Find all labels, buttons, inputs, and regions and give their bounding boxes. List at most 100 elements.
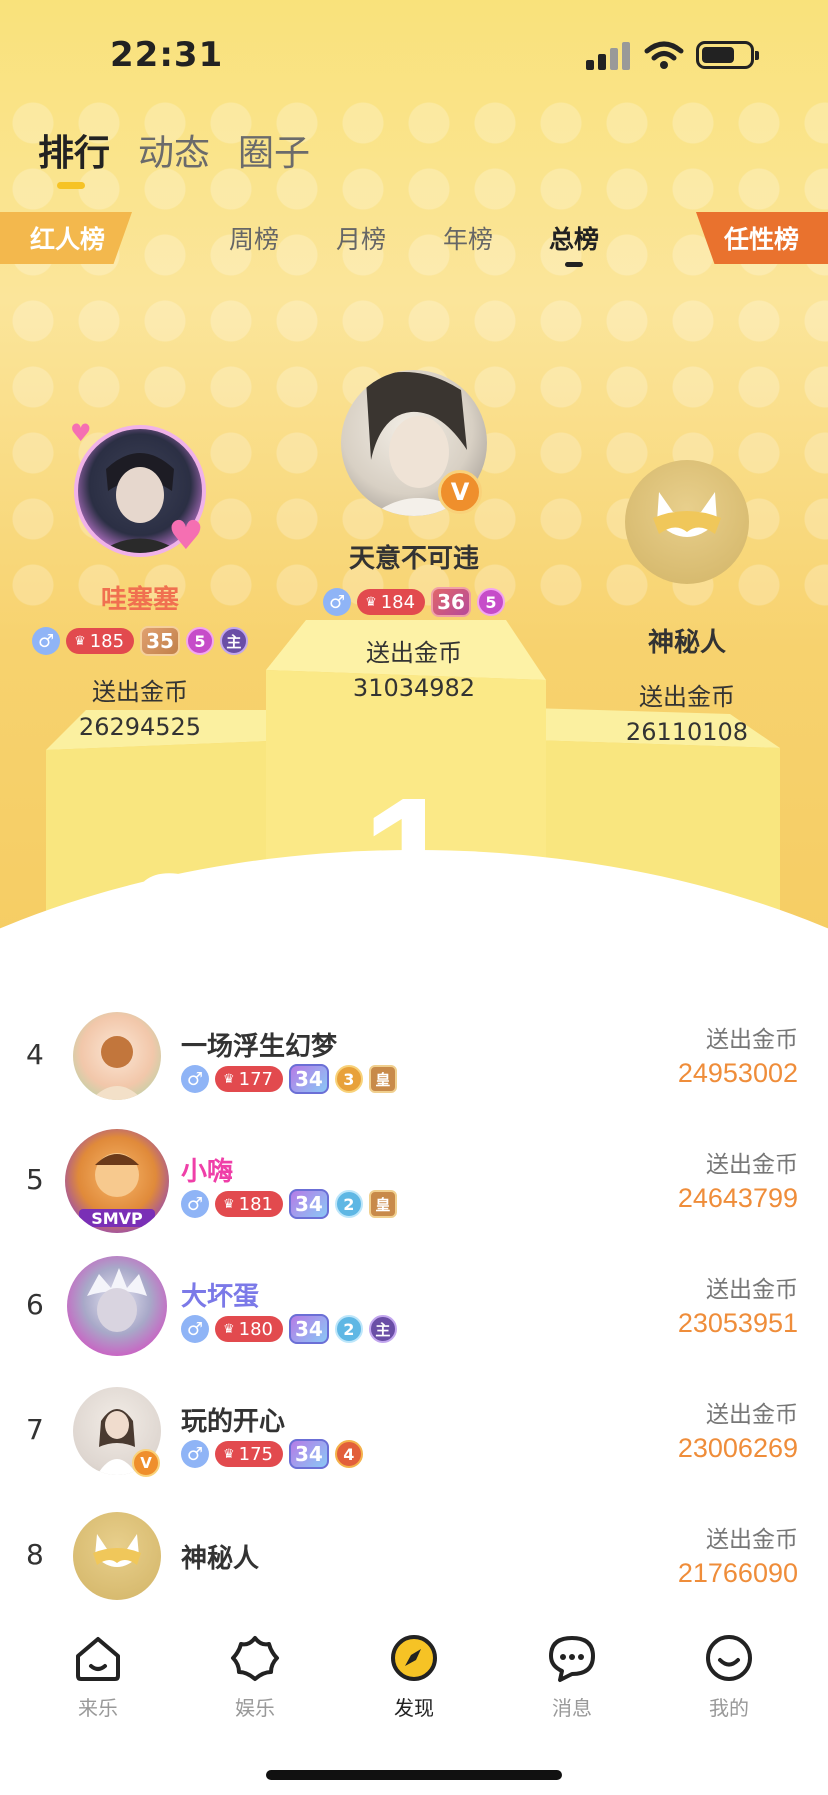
winner-third[interactable]: 神秘人 送出金币 26110108 [565, 460, 809, 746]
emblem-badge: 皇 [368, 1065, 397, 1093]
avatar[interactable] [67, 1256, 167, 1356]
male-icon: ♂ [181, 1190, 209, 1218]
male-icon: ♂ [32, 627, 61, 655]
heart-icon: ♥ [70, 419, 92, 447]
badge-row: ♂ ♛ 184 36 5 [292, 587, 536, 617]
gift-label: 送出金币 [706, 1152, 798, 1178]
tab-circles[interactable]: 圈子 [238, 124, 310, 176]
top-tabs: 排行 动态 圈子 [38, 124, 310, 176]
nav-profile[interactable]: 我的 [674, 1632, 784, 1721]
mask-icon [93, 1534, 141, 1567]
star-level-badge: 2 [334, 1190, 363, 1218]
star-level-badge: 5 [476, 588, 505, 616]
chat-icon [549, 1636, 595, 1682]
gift-value: 26294525 [78, 713, 202, 741]
avatar-portrait-icon [91, 1036, 143, 1100]
star-level-badge: 4 [334, 1440, 363, 1468]
user-name: 小嗨 [181, 1157, 234, 1187]
star-level-badge: 3 [334, 1065, 363, 1093]
crown-icon: ♛ [223, 1196, 235, 1212]
avatar[interactable]: SMVP [65, 1129, 169, 1233]
seal-badge: 主 [368, 1315, 397, 1343]
mask-icon [653, 492, 721, 537]
gift-label: 送出金币 [706, 1277, 798, 1303]
tab-monthly[interactable]: 月榜 [336, 220, 386, 256]
gift-label: 送出金币 [706, 1402, 798, 1428]
rank-number: 7 [26, 1413, 44, 1446]
wifi-icon [644, 41, 684, 69]
verified-badge-icon: V [132, 1449, 160, 1477]
badge-row: ♂ ♛ 175 34 4 [181, 1439, 363, 1469]
rank-number: 5 [26, 1163, 44, 1196]
winner-name: 天意不可违 [348, 544, 479, 574]
gift-label: 送出金币 [706, 1027, 798, 1053]
wealth-level-badge: ♛ 175 [215, 1441, 284, 1467]
home-indicator [266, 1770, 562, 1780]
mystery-avatar[interactable] [73, 1512, 161, 1600]
user-name: 神秘人 [181, 1544, 260, 1574]
gift-value: 24953002 [677, 1058, 798, 1088]
heart-icon: ♥ [168, 513, 204, 559]
wing-level-badge: 34 [289, 1439, 329, 1469]
list-item[interactable]: 6 大坏蛋 ♂ ♛ 180 34 2 主 送出金币 23053951 [0, 1250, 828, 1360]
flower-icon [231, 1636, 279, 1681]
male-icon: ♂ [181, 1315, 209, 1343]
verified-badge-icon: V [438, 470, 482, 514]
winner-second[interactable]: ♥ ♥ 哇塞塞 ♂ ♛ 185 35 5 主 送出金币 26294525 [18, 419, 262, 741]
compass-icon [391, 1635, 437, 1681]
crown-icon: ♛ [223, 1321, 235, 1337]
gift-value: 23053951 [677, 1308, 798, 1338]
tab-moments[interactable]: 动态 [138, 124, 210, 176]
tab-weekly[interactable]: 周榜 [229, 220, 279, 256]
emblem-badge: 皇 [368, 1190, 397, 1218]
tab-yearly[interactable]: 年榜 [443, 220, 493, 256]
star-level-badge: 2 [334, 1315, 363, 1343]
list-item[interactable]: 8 神秘人 送出金币 21766090 [0, 1500, 828, 1610]
star-level-badge: 5 [185, 627, 214, 655]
avatar[interactable] [73, 1012, 161, 1100]
wealth-level-badge: ♛ 181 [215, 1191, 284, 1217]
rank-number: 4 [26, 1038, 44, 1071]
status-bar: 22:31 [0, 0, 828, 100]
crown-icon: ♛ [223, 1071, 235, 1087]
nav-messages[interactable]: 消息 [517, 1632, 627, 1721]
svg-text:SMVP: SMVP [91, 1209, 143, 1228]
mystery-avatar[interactable] [625, 460, 749, 584]
tab-overall[interactable]: 总榜 [549, 220, 599, 256]
list-item[interactable]: 4 一场浮生幻梦 ♂ ♛ 177 34 3 皇 送出金币 24953002 [0, 1000, 828, 1110]
nav-home[interactable]: 来乐 [43, 1632, 153, 1721]
rank-number: 6 [26, 1288, 44, 1321]
avatar-portrait-icon [87, 1268, 147, 1332]
nav-label: 发现 [394, 1696, 434, 1720]
list-item[interactable]: 5 SMVP 小嗨 ♂ ♛ 181 34 2 皇 送出金币 24643799 [0, 1125, 828, 1235]
male-icon: ♂ [181, 1440, 209, 1468]
gift-value: 24643799 [677, 1183, 798, 1213]
gift-value: 31034982 [352, 674, 476, 702]
wing-level-badge: 35 [140, 626, 180, 656]
gift-value: 23006269 [677, 1433, 798, 1463]
tab-ranking[interactable]: 排行 [38, 124, 110, 176]
nav-entertainment[interactable]: 娱乐 [200, 1632, 310, 1721]
cellular-signal-icon [586, 42, 630, 70]
gift-value: 26110108 [625, 718, 749, 746]
nav-discover[interactable]: 发现 [359, 1632, 469, 1721]
badge-row: ♂ ♛ 181 34 2 皇 [181, 1189, 397, 1219]
gift-label: 送出金币 [639, 683, 735, 711]
nav-label: 我的 [709, 1696, 749, 1720]
winner-name: 哇塞塞 [100, 585, 179, 615]
period-tabs: 周榜 月榜 年榜 总榜 [0, 220, 828, 260]
bottom-navigation: 来乐 娱乐 发现 消息 我的 [0, 1610, 828, 1795]
top-tab-indicator [57, 182, 85, 189]
home-icon [76, 1637, 120, 1681]
gift-value: 21766090 [677, 1558, 798, 1588]
male-icon: ♂ [323, 588, 352, 616]
list-item[interactable]: 7 V 玩的开心 ♂ ♛ 175 34 4 送出金币 23006269 [0, 1375, 828, 1485]
winner-first[interactable]: V 天意不可违 ♂ ♛ 184 36 5 送出金币 31034982 [292, 370, 536, 702]
crown-icon: ♛ [74, 633, 86, 649]
smile-icon [706, 1635, 752, 1681]
wing-level-badge: 36 [431, 587, 471, 617]
wealth-level-badge: ♛ 185 [66, 628, 135, 654]
wing-level-badge: 34 [289, 1189, 329, 1219]
wealth-level-badge: ♛ 180 [215, 1316, 284, 1342]
crown-icon: ♛ [223, 1446, 235, 1462]
